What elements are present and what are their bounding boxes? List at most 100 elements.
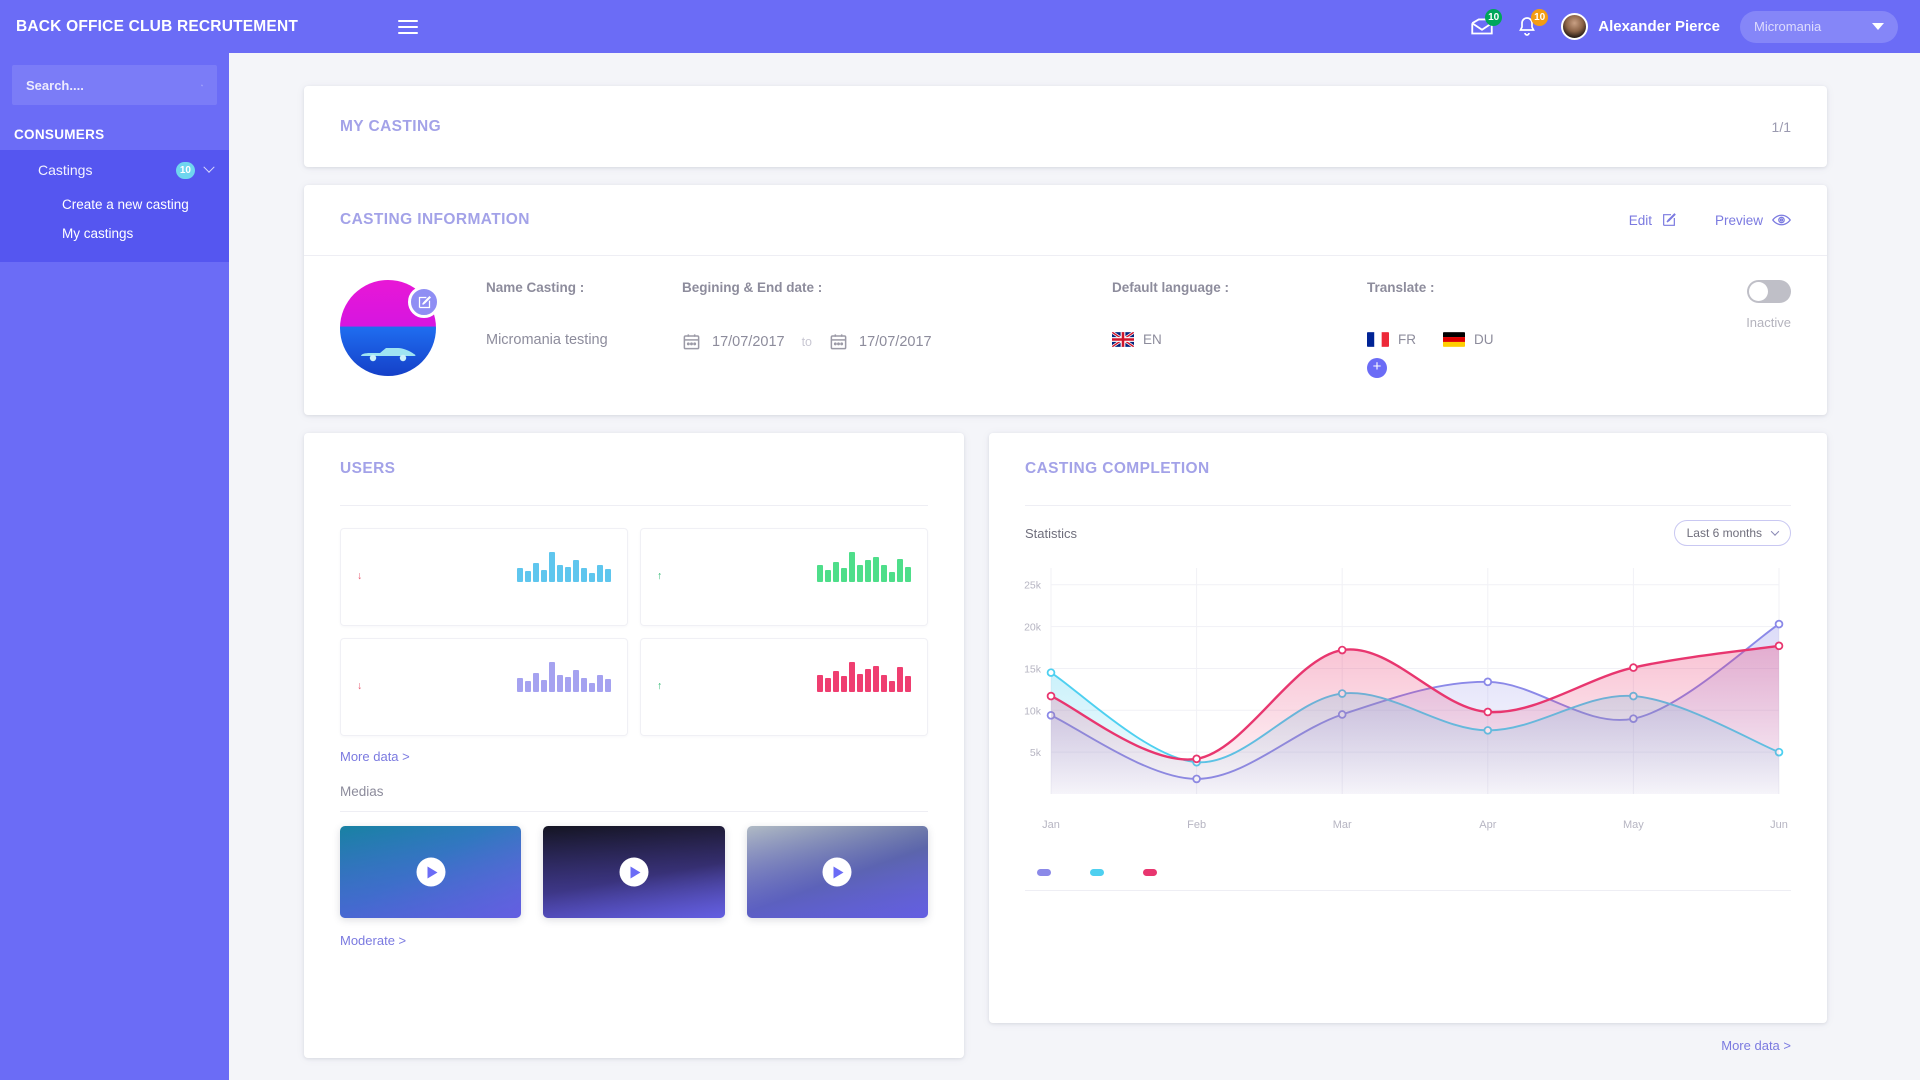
edit-button-label: Edit	[1628, 212, 1652, 228]
toggle-knob	[1749, 282, 1768, 301]
calendar-icon[interactable]	[682, 332, 701, 351]
page-header-card: MY CASTING 1/1	[304, 86, 1827, 167]
field-label: Name Casting :	[486, 280, 585, 295]
edit-button[interactable]: Edit	[1629, 212, 1677, 228]
users-panel-title: USERS	[340, 460, 396, 477]
casting-information-header: CASTING INFORMATION Edit Preview	[304, 185, 1827, 256]
user-menu[interactable]: Alexander Pierce	[1561, 13, 1720, 40]
eye-icon	[1772, 214, 1791, 226]
stat-card[interactable]: ↓	[340, 638, 628, 736]
field-translate: Translate : FR DU +	[1367, 280, 1617, 378]
stat-delta: ↑	[657, 570, 663, 582]
stat-card[interactable]: ↓	[340, 528, 628, 626]
casting-information-body: Name Casting : Micromania testing Begini…	[304, 256, 1827, 378]
status-toggle-group: Inactive	[1746, 280, 1791, 378]
svg-text:15k: 15k	[1024, 663, 1042, 675]
chevron-down-icon	[203, 161, 215, 173]
stat-card[interactable]: ↑	[640, 638, 928, 736]
casting-avatar-wrapper[interactable]	[340, 280, 440, 376]
media-thumbnail[interactable]	[543, 826, 725, 918]
statistics-label: Statistics	[1025, 525, 1078, 541]
svg-text:May: May	[1623, 819, 1644, 831]
stat-row: ↓	[357, 548, 611, 582]
users-panel-header: USERS	[304, 433, 964, 505]
search-icon[interactable]	[201, 77, 203, 94]
casting-name-value: Micromania testing	[486, 332, 608, 348]
play-icon[interactable]	[822, 857, 852, 887]
sidebar: CONSUMERS Castings 10 Create a new casti…	[0, 53, 229, 1080]
chart-controls: Statistics Last 6 months	[989, 506, 1827, 546]
media-thumbnail[interactable]	[340, 826, 522, 918]
svg-text:5k: 5k	[1030, 747, 1042, 759]
users-more-data-link[interactable]: More data >	[340, 749, 410, 764]
stat-card[interactable]: ↑	[640, 528, 928, 626]
notifications-badge: 10	[1531, 8, 1549, 26]
translation-code: FR	[1398, 332, 1416, 347]
field-label: Translate :	[1367, 280, 1435, 295]
casting-completion-panel: CASTING COMPLETION Statistics Last 6 mon…	[989, 433, 1827, 1023]
search-input[interactable]	[26, 77, 201, 93]
field-label: Begining & End date :	[682, 280, 823, 295]
chart-panel-header: CASTING COMPLETION	[989, 433, 1827, 505]
time-range-select[interactable]: Last 6 months	[1673, 520, 1791, 546]
svg-text:Jan: Jan	[1042, 819, 1060, 831]
sidebar-item-label: Castings	[38, 162, 93, 178]
flag-uk-icon	[1112, 332, 1134, 347]
sparkline-chart	[517, 658, 611, 692]
casting-avatar-edit-button[interactable]	[408, 286, 440, 318]
svg-text:10k: 10k	[1024, 705, 1042, 717]
sparkline-chart	[817, 548, 911, 582]
legend-color-swatch	[1037, 869, 1051, 876]
svg-text:Mar: Mar	[1333, 819, 1352, 831]
chevron-down-icon	[1770, 527, 1780, 536]
date-start-value[interactable]: 17/07/2017	[712, 334, 785, 350]
media-thumbnail[interactable]	[746, 826, 928, 918]
default-language-row: EN	[1112, 332, 1367, 347]
legend-item[interactable]	[1090, 869, 1113, 876]
status-toggle[interactable]	[1747, 280, 1791, 303]
calendar-icon[interactable]	[829, 332, 848, 351]
castings-count-badge: 10	[175, 161, 195, 179]
chart-more-data-link[interactable]: More data >	[989, 1038, 1791, 1053]
sidebar-item-castings[interactable]: Castings 10	[0, 150, 229, 190]
translations-row: FR DU	[1367, 332, 1617, 347]
legend-item[interactable]	[1037, 869, 1060, 876]
messages-button[interactable]: 10	[1469, 8, 1503, 40]
svg-text:25k: 25k	[1024, 580, 1042, 592]
casting-completion-chart: 5k 10k 15k 20k 25k Jan Feb Mar Apr May Jun	[1024, 568, 1788, 831]
preview-button-label: Preview	[1714, 212, 1763, 228]
add-translation-button[interactable]: +	[1367, 358, 1387, 378]
user-name: Alexander Pierce	[1598, 18, 1720, 35]
sidebar-search[interactable]	[12, 65, 217, 105]
organization-label: Micromania	[1754, 19, 1822, 34]
svg-text:20k: 20k	[1024, 622, 1042, 634]
casting-information-card: CASTING INFORMATION Edit Preview Name Ca…	[304, 185, 1827, 415]
play-icon[interactable]	[416, 857, 446, 887]
medias-label: Medias	[340, 784, 384, 799]
field-name-casting: Name Casting : Micromania testing	[486, 280, 682, 378]
top-bar: BACK OFFICE CLUB RECRUTEMENT 10 10 Alexa…	[0, 0, 1920, 53]
preview-button[interactable]: Preview	[1715, 212, 1791, 228]
stat-delta: ↑	[657, 680, 663, 692]
notifications-button[interactable]: 10	[1515, 8, 1549, 40]
svg-text:Feb: Feb	[1187, 819, 1206, 831]
user-stats-grid: ↓ ↑ ↓ ↑	[304, 506, 964, 736]
moderate-link[interactable]: Moderate >	[340, 933, 406, 948]
organization-select[interactable]: Micromania	[1740, 10, 1898, 43]
casting-information-title: CASTING INFORMATION	[340, 211, 530, 228]
sidebar-item-create-new-casting[interactable]: Create a new casting	[0, 190, 229, 219]
hamburger-icon[interactable]	[398, 16, 419, 38]
chart-legend	[989, 859, 1827, 876]
stat-row: ↑	[657, 658, 911, 692]
legend-color-swatch	[1143, 869, 1157, 876]
legend-item[interactable]	[1143, 869, 1166, 876]
flag-france-icon	[1367, 332, 1389, 347]
play-icon[interactable]	[619, 857, 649, 887]
date-end-value[interactable]: 17/07/2017	[859, 334, 932, 350]
chart-panel-title: CASTING COMPLETION	[1025, 460, 1210, 477]
sidebar-submenu-filler	[0, 248, 229, 262]
sparkline-chart	[517, 548, 611, 582]
divider	[1025, 890, 1791, 891]
svg-text:Jun: Jun	[1770, 819, 1788, 831]
sidebar-item-my-castings[interactable]: My castings	[0, 219, 229, 248]
